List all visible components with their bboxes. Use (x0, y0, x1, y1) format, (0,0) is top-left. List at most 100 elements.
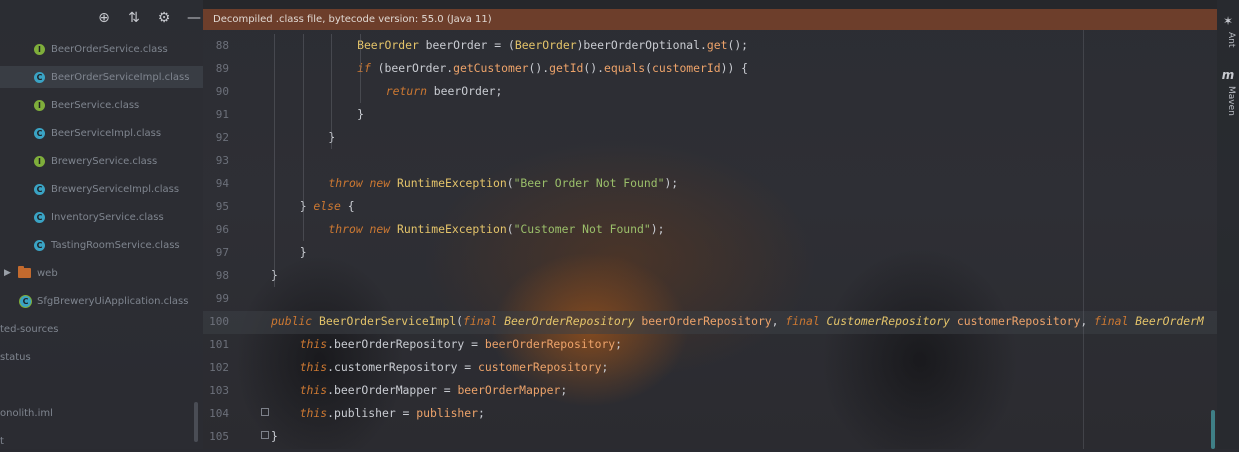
code-token: new (369, 176, 391, 190)
code-line[interactable]: this.beerOrderRepository = beerOrderRepo… (300, 333, 622, 356)
tree-item[interactable]: I BreweryService.class (34, 150, 157, 172)
code-token: "Customer Not Found" (513, 222, 651, 236)
code-token: ); (664, 176, 679, 190)
code-token: this (299, 383, 328, 397)
decompiled-banner: Decompiled .class file, bytecode version… (203, 9, 1217, 30)
code-line[interactable]: this.beerOrderMapper = beerOrderMapper; (300, 379, 567, 402)
indent-guide (360, 34, 362, 103)
code-token: final (1094, 314, 1129, 328)
gear-icon[interactable]: ⚙ (156, 10, 172, 26)
code-token: (). (528, 61, 550, 75)
code-token: equals (604, 61, 646, 75)
code-token: } (357, 107, 364, 121)
fold-marker-icon[interactable] (261, 408, 269, 416)
code-token: throw (328, 176, 363, 190)
line-number: 105 (209, 430, 229, 443)
code-token: ( (506, 176, 514, 190)
tree-item-label: BeerService.class (51, 99, 140, 111)
line-number: 98 (215, 269, 229, 282)
line-number: 97 (215, 246, 229, 259)
code-token: ( (506, 222, 514, 236)
code-line[interactable]: } (300, 241, 307, 264)
tree-item-label: SfgBreweryUiApplication.class (37, 295, 189, 307)
code-token: { (340, 199, 355, 213)
line-number: 93 (215, 154, 229, 167)
code-token: public (271, 314, 313, 328)
tree-item[interactable]: ted-sources (0, 318, 58, 340)
tree-item[interactable]: C BeerServiceImpl.class (34, 122, 161, 144)
code-token: this (299, 337, 328, 351)
tree-item[interactable]: I BeerService.class (34, 94, 139, 116)
editor-tab-strip (203, 0, 1217, 9)
indent-guide (274, 34, 275, 287)
tree-item[interactable]: C BreweryServiceImpl.class (34, 178, 179, 200)
line-number: 100 (209, 315, 229, 328)
code-token: getCustomer (453, 61, 529, 75)
code-token: customerRepository (478, 360, 602, 374)
project-panel: ⊕ ⇅ ⚙ — I BeerOrderService.class C BeerO… (0, 0, 203, 449)
collapse-icon[interactable]: ⇅ (126, 10, 142, 26)
code-line[interactable]: return beerOrder; (386, 80, 503, 103)
line-number: 102 (209, 361, 229, 374)
indent-guide (302, 34, 304, 241)
tree-item-label: web (37, 267, 58, 279)
editor-scrollbar[interactable] (1211, 410, 1215, 449)
chevron-right-icon[interactable]: ▶ (4, 268, 14, 278)
code-line[interactable]: public BeerOrderServiceImpl(final BeerOr… (271, 310, 1204, 333)
code-token: BeerOrderRepository (504, 314, 635, 328)
code-token: } (299, 245, 307, 259)
code-token: else (313, 199, 341, 213)
code-token: BeerOrderServiceImpl (319, 314, 457, 328)
code-line[interactable]: this.customerRepository = customerReposi… (300, 356, 609, 379)
locate-icon[interactable]: ⊕ (96, 10, 112, 26)
code-line[interactable]: throw new RuntimeException("Customer Not… (328, 218, 664, 241)
code-area[interactable]: BeerOrder beerOrder = (BeerOrder)beerOrd… (271, 34, 1217, 449)
tree-item[interactable]: status (0, 346, 31, 368)
code-token: .customerRepository = (327, 360, 478, 374)
line-number: 104 (209, 407, 229, 420)
code-token: beerOrder = ( (418, 38, 515, 52)
fold-marker-icon[interactable] (261, 431, 269, 439)
class-icon: C (34, 239, 45, 251)
code-line[interactable]: this.publisher = publisher; (300, 402, 485, 425)
class-icon: C (34, 183, 45, 195)
code-token: .beerOrderRepository = (327, 337, 485, 351)
tree-item[interactable]: I BeerOrderService.class (34, 38, 168, 60)
ant-icon[interactable]: ✶ (1221, 14, 1235, 28)
class-icon: C (34, 211, 45, 223)
interface-icon: I (34, 99, 45, 111)
tree-item[interactable]: C TastingRoomService.class (34, 234, 180, 256)
line-number: 99 (215, 292, 229, 305)
maven-icon[interactable]: m (1221, 68, 1235, 82)
code-token: return (385, 84, 427, 98)
code-line[interactable]: } (271, 425, 278, 448)
code-line[interactable]: if (beerOrder.getCustomer().getId().equa… (357, 57, 748, 80)
code-token: this (299, 360, 328, 374)
tree-item-label: TastingRoomService.class (51, 239, 180, 251)
code-token: )) { (720, 61, 749, 75)
code-line[interactable]: } (357, 103, 364, 126)
project-scrollbar[interactable] (194, 402, 198, 442)
tree-item[interactable]: C SfgBreweryUiApplication.class (20, 290, 188, 312)
code-editor[interactable]: Decompiled .class file, bytecode version… (203, 0, 1217, 449)
tree-folder-web[interactable]: ▶ web (4, 262, 58, 284)
tree-item-selected[interactable]: C BeerOrderServiceImpl.class (0, 66, 203, 88)
code-line[interactable]: throw new RuntimeException("Beer Order N… (328, 172, 678, 195)
code-token: BeerOrderM (1135, 314, 1204, 328)
tree-item[interactable]: C InventoryService.class (34, 206, 164, 228)
code-token: final (785, 314, 820, 328)
code-token: , (771, 314, 786, 328)
maven-tool-button[interactable]: Maven (1220, 86, 1236, 116)
code-token: customerRepository (956, 314, 1081, 328)
code-line[interactable]: BeerOrder beerOrder = (BeerOrder)beerOrd… (357, 34, 748, 57)
code-line[interactable]: } else { (300, 195, 355, 218)
code-token: )beerOrderOptional. (576, 38, 707, 52)
ant-tool-button[interactable]: Ant (1220, 32, 1236, 47)
hide-icon[interactable]: — (186, 10, 202, 26)
code-token: (beerOrder. (370, 61, 454, 75)
right-tool-strip: ✶ Ant m Maven (1217, 0, 1239, 449)
code-token: CustomerRepository (826, 314, 950, 328)
tree-item[interactable]: onolith.iml (0, 402, 53, 424)
